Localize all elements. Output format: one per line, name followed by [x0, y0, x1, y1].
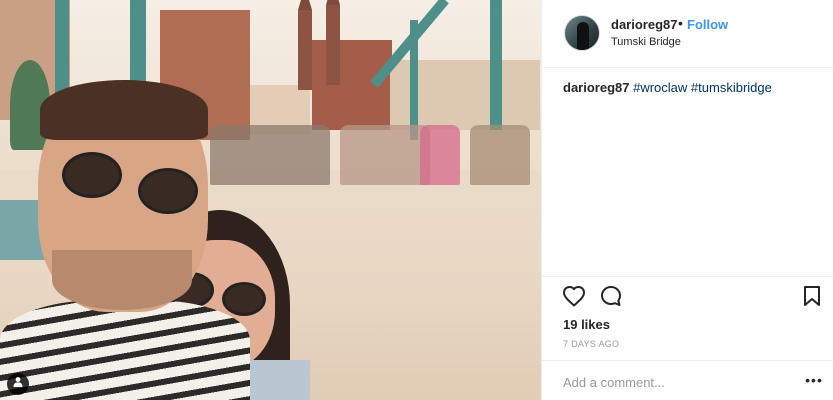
- follow-button[interactable]: Follow: [687, 17, 728, 32]
- photo-man-beard: [52, 250, 192, 310]
- photo-spire-top: [326, 0, 340, 5]
- heart-icon: [562, 285, 586, 312]
- avatar-figure: [577, 22, 589, 50]
- comment-input[interactable]: [563, 372, 793, 392]
- hashtag-link[interactable]: #wroclaw: [633, 80, 687, 95]
- username-link[interactable]: darioreg87: [611, 17, 677, 32]
- photo-sunglasses: [222, 282, 266, 316]
- bookmark-icon: [803, 285, 821, 312]
- post-actions: [542, 276, 833, 316]
- user-tag-button[interactable]: [7, 373, 29, 395]
- photo-spire-top: [298, 0, 312, 10]
- user-tag-icon: [12, 375, 24, 393]
- caption-username[interactable]: darioreg87: [563, 80, 629, 95]
- likes-count[interactable]: 19 likes: [563, 317, 610, 332]
- photo-spire: [326, 5, 340, 85]
- post-header: darioreg87 • Follow Tumski Bridge: [542, 0, 833, 68]
- photo-bridge-girder: [490, 0, 502, 130]
- location-link[interactable]: Tumski Bridge: [611, 36, 681, 48]
- comment-bar: •••: [542, 360, 833, 400]
- save-button[interactable]: [800, 285, 824, 312]
- post-photo[interactable]: [0, 0, 541, 400]
- post-side-panel: darioreg87 • Follow Tumski Bridge darior…: [541, 0, 833, 400]
- more-options-icon[interactable]: •••: [804, 370, 824, 390]
- separator-dot: •: [678, 15, 683, 31]
- photo-crowd: [340, 125, 430, 185]
- photo-spire: [298, 10, 312, 90]
- comment-icon: [600, 285, 622, 312]
- photo-crowd: [420, 125, 460, 185]
- photo-sunglasses: [62, 152, 122, 198]
- photo-crowd: [210, 125, 330, 185]
- photo-man-shirt: [0, 300, 250, 400]
- post-caption: darioreg87 #wroclaw #tumskibridge: [563, 80, 772, 95]
- post-timestamp[interactable]: 7 DAYS AGO: [563, 339, 619, 349]
- like-button[interactable]: [562, 285, 586, 312]
- comment-button[interactable]: [599, 285, 623, 312]
- photo-crowd: [470, 125, 530, 185]
- avatar[interactable]: [564, 15, 600, 51]
- photo-sunglasses: [138, 168, 198, 214]
- hashtag-link[interactable]: #tumskibridge: [691, 80, 772, 95]
- photo-man-hair: [40, 80, 208, 140]
